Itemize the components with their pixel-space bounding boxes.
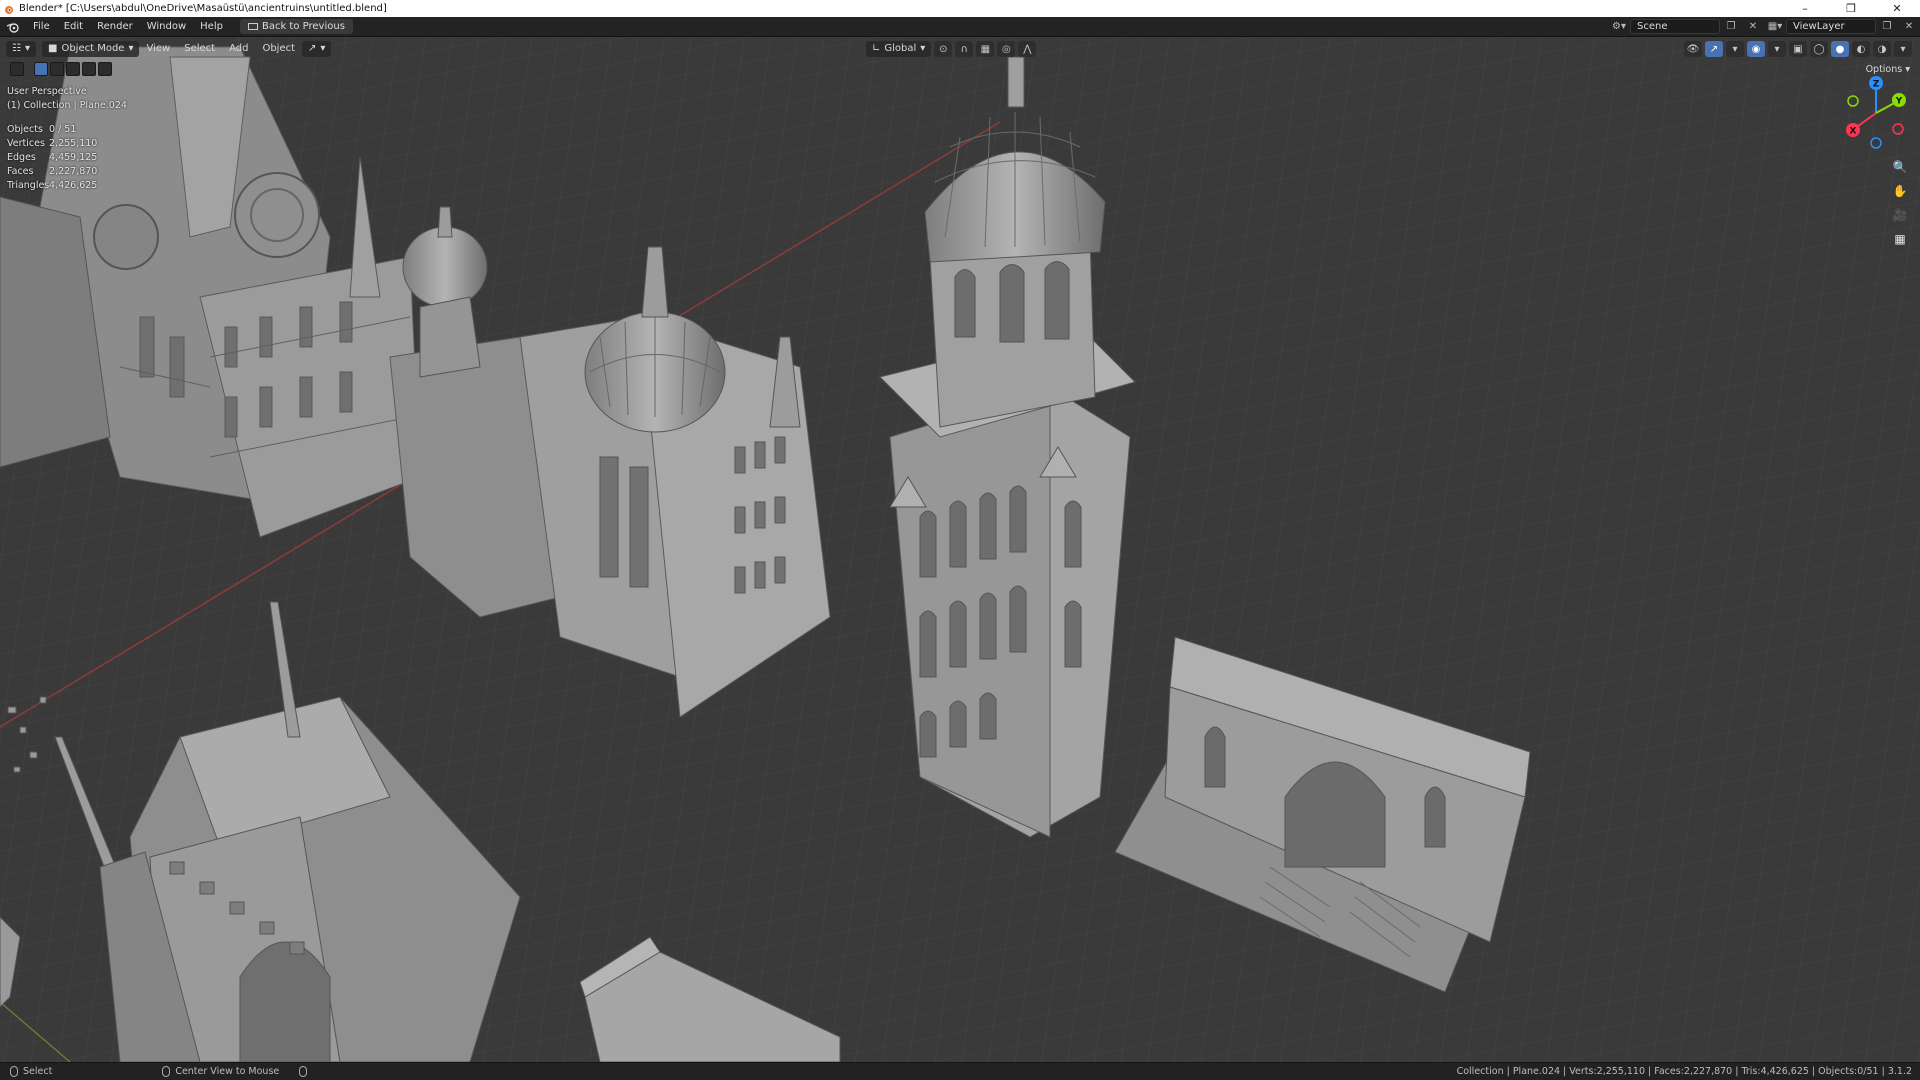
view-name: User Perspective — [7, 86, 87, 97]
view-layer-selector-icon[interactable]: ▦▾ — [1764, 19, 1786, 34]
camera-icon[interactable]: 🎥 — [1890, 205, 1910, 225]
delete-scene-icon[interactable]: ✕ — [1742, 19, 1764, 34]
header-menu-object[interactable]: Object — [255, 41, 302, 57]
xray-toggle-icon[interactable]: ▣ — [1789, 41, 1807, 57]
viewport-info-overlay: User Perspective (1) Collection | Plane.… — [7, 85, 127, 193]
stat-triangles: Triangles 4,426,625 — [7, 180, 98, 191]
header-menu-view[interactable]: View — [139, 41, 177, 57]
gizmo-options-icon[interactable]: ▾ — [1726, 41, 1744, 57]
screen-icon — [247, 22, 258, 30]
back-to-previous-label: Back to Previous — [261, 21, 345, 32]
middle-mouse-icon — [162, 1066, 171, 1077]
svg-text:Y: Y — [1895, 97, 1903, 107]
transform-orientation-dropdown[interactable]: ∟ Global ▾ — [866, 41, 932, 57]
zoom-icon[interactable]: 🔍 — [1890, 157, 1910, 177]
menu-edit[interactable]: Edit — [57, 17, 90, 37]
header-menu-add[interactable]: Add — [222, 41, 255, 57]
left-mouse-icon — [10, 1066, 18, 1077]
stat-vertices: Vertices 2,255,110 — [7, 138, 98, 149]
shading-controls: 👁 ↗ ▾ ◉ ▾ ▣ ◯ ● ◐ ◑ ▾ — [1684, 41, 1912, 57]
orientation-icon: ∟ — [872, 43, 881, 54]
scene-name-field[interactable]: Scene — [1630, 19, 1720, 34]
chevron-down-icon: ▾ — [320, 43, 326, 54]
select-intersect-mode-button[interactable] — [98, 62, 112, 76]
viewport-header: ☷ ▾ ■ Object Mode ▾ View Select Add Objec… — [0, 38, 1920, 60]
status-middle-action: Center View to Mouse — [152, 1066, 289, 1077]
status-center-view-label: Center View to Mouse — [175, 1066, 280, 1077]
right-mouse-icon — [299, 1066, 308, 1077]
delete-view-layer-icon[interactable]: ✕ — [1898, 19, 1920, 34]
view-layer-field[interactable]: ViewLayer — [1786, 19, 1876, 34]
chevron-down-icon: ▾ — [920, 43, 926, 54]
status-bar: Select Center View to Mouse Collection |… — [0, 1062, 1920, 1080]
select-mode-toolbar — [10, 62, 112, 76]
header-menu-select[interactable]: Select — [177, 41, 222, 57]
blender-menu-icon[interactable] — [0, 17, 26, 37]
orientation-label: Global — [884, 43, 917, 54]
proportional-edit-icon[interactable]: ◎ — [997, 41, 1016, 57]
back-to-previous-button[interactable]: Back to Previous — [239, 19, 353, 34]
new-view-layer-icon[interactable]: ❐ — [1876, 19, 1898, 34]
show-gizmo-icon[interactable]: ↗ — [1705, 41, 1723, 57]
svg-text:X: X — [1850, 127, 1857, 137]
maximize-button[interactable]: ❐ — [1828, 0, 1874, 17]
pivot-point-icon[interactable]: ⊙ — [934, 41, 953, 57]
object-mode-icon: ■ — [48, 43, 58, 54]
chevron-down-icon: ▾ — [24, 43, 30, 54]
visibility-filter-icon[interactable]: 👁 — [1684, 41, 1702, 57]
material-preview-icon[interactable]: ◐ — [1852, 41, 1870, 57]
mode-label: Object Mode — [61, 43, 125, 54]
viewport-scene — [0, 37, 1920, 1062]
transform-gizmo-toggle[interactable]: ↗ ▾ — [302, 41, 332, 57]
3d-viewport[interactable]: User Perspective (1) Collection | Plane.… — [0, 37, 1920, 1062]
select-extend-mode-button[interactable] — [50, 62, 64, 76]
shading-options-icon[interactable]: ▾ — [1894, 41, 1912, 57]
rendered-shading-icon[interactable]: ◑ — [1873, 41, 1891, 57]
scene-summary: Collection | Plane.024 | Verts:2,255,110… — [1456, 1066, 1912, 1077]
falloff-icon[interactable]: ⋀ — [1018, 41, 1037, 57]
scene-selector-icon[interactable]: ⚙▾ — [1608, 19, 1630, 34]
snap-target-icon[interactable]: ▦ — [976, 41, 995, 57]
stat-objects: Objects 0 / 51 — [7, 124, 77, 135]
chevron-down-icon: ▾ — [128, 43, 134, 54]
overlay-options-icon[interactable]: ▾ — [1768, 41, 1786, 57]
collection-info: (1) Collection | Plane.024 — [7, 100, 127, 111]
stat-faces: Faces 2,227,870 — [7, 166, 98, 177]
select-subtract-mode-button[interactable] — [66, 62, 80, 76]
tool-toggle-button[interactable] — [10, 62, 24, 76]
stat-edges: Edges 4,459,125 — [7, 152, 98, 163]
navigation-gizmo[interactable]: Z Y X — [1840, 71, 1912, 155]
snap-toggle-icon[interactable]: ∩ — [955, 41, 974, 57]
viewport-navigation-tools: 🔍 ✋ 🎥 ▦ — [1890, 157, 1910, 249]
blender-logo-icon — [5, 5, 13, 14]
scene-statistics: Objects 0 / 51 Vertices 2,255,110 Edges 4,4… — [7, 123, 127, 193]
menu-render[interactable]: Render — [90, 17, 140, 37]
select-invert-mode-button[interactable] — [82, 62, 96, 76]
wireframe-shading-icon[interactable]: ◯ — [1810, 41, 1828, 57]
transform-controls: ∟ Global ▾ ⊙ ∩ ▦ ◎ ⋀ — [866, 41, 1037, 57]
window-title: Blender* [C:\Users\abdul\OneDrive\Masaüs… — [19, 3, 387, 14]
editor-type-icon: ☷ — [12, 43, 21, 54]
top-menubar: File Edit Render Window Help Back to Pre… — [0, 17, 1920, 37]
status-select-label: Select — [23, 1066, 53, 1077]
gizmo-icon: ↗ — [308, 43, 317, 54]
menu-help[interactable]: Help — [193, 17, 230, 37]
solid-shading-icon[interactable]: ● — [1831, 41, 1849, 57]
select-new-mode-button[interactable] — [34, 62, 48, 76]
close-button[interactable]: ✕ — [1874, 0, 1920, 17]
grid-toggle-icon[interactable]: ▦ — [1890, 229, 1910, 249]
status-right-action — [289, 1066, 317, 1077]
new-scene-icon[interactable]: ❐ — [1720, 19, 1742, 34]
mode-dropdown[interactable]: ■ Object Mode ▾ — [42, 41, 140, 57]
editor-type-button[interactable]: ☷ ▾ — [6, 41, 36, 57]
menu-window[interactable]: Window — [140, 17, 193, 37]
status-left-action: Select — [0, 1066, 62, 1077]
show-overlays-icon[interactable]: ◉ — [1747, 41, 1765, 57]
svg-text:Z: Z — [1873, 80, 1880, 90]
window-titlebar: Blender* [C:\Users\abdul\OneDrive\Masaüs… — [0, 0, 1920, 17]
minimize-button[interactable]: – — [1782, 0, 1828, 17]
menu-file[interactable]: File — [26, 17, 57, 37]
pan-hand-icon[interactable]: ✋ — [1890, 181, 1910, 201]
